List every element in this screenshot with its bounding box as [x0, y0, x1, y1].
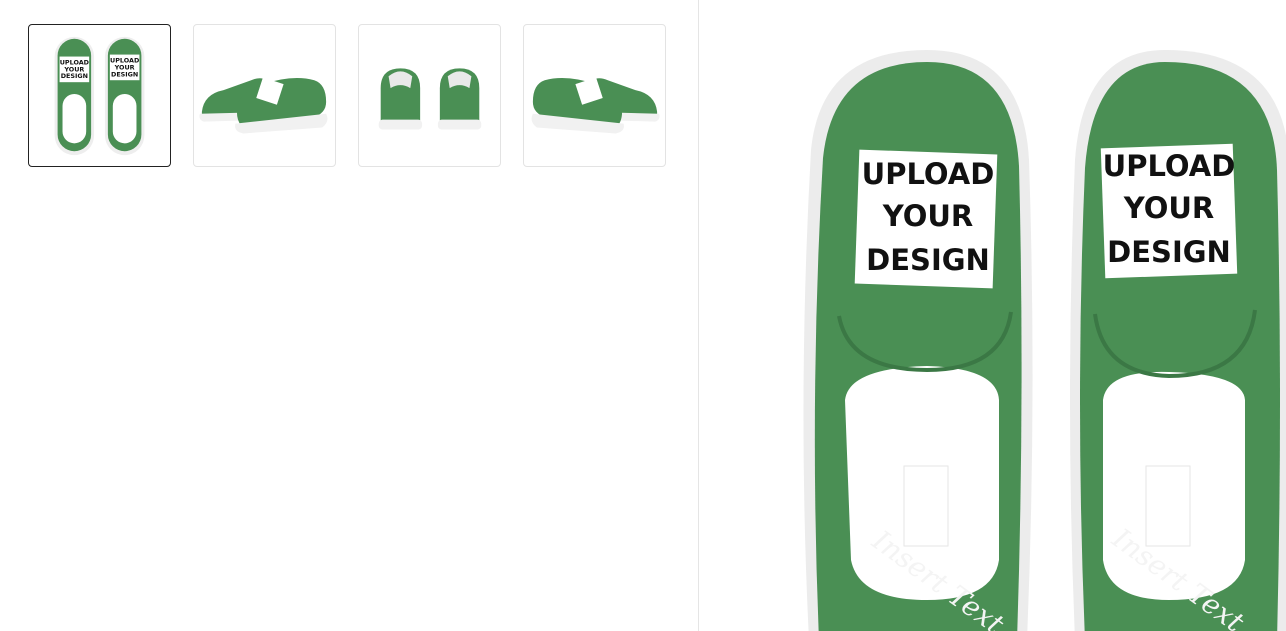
thumb-shoe-side-right	[531, 77, 660, 134]
thumb-shoe-right: UPLOAD YOUR DESIGN	[104, 36, 145, 156]
thumb-shoe-back	[378, 68, 482, 130]
thumbnail-top-view[interactable]: UPLOAD YOUR DESIGN UPLOAD YOUR DESIGN	[28, 24, 171, 167]
main-shoe-left: UPLOAD YOUR DESIGN Insert Text	[803, 50, 1033, 631]
main-print-label: DESIGN	[1107, 235, 1231, 269]
main-shoe-right: UPLOAD YOUR DESIGN Insert Text	[1070, 50, 1286, 631]
main-print-label: YOUR	[882, 199, 974, 233]
thumbnail-gallery: UPLOAD YOUR DESIGN UPLOAD YOUR DESIGN	[0, 0, 698, 631]
main-product-image: UPLOAD YOUR DESIGN Insert Text UPLOAD YO…	[699, 0, 1286, 631]
thumbnail-side-view[interactable]	[193, 24, 336, 167]
thumb-print-label: DESIGN	[61, 72, 88, 80]
thumb-shoe-left: UPLOAD YOUR DESIGN	[54, 36, 95, 156]
thumb-print-label: DESIGN	[111, 70, 138, 78]
thumbnail-side-view-right[interactable]	[523, 24, 666, 167]
main-print-label: UPLOAD	[862, 157, 995, 191]
thumbnail-back-view[interactable]	[358, 24, 501, 167]
thumb-shoe-side	[199, 77, 328, 134]
main-print-label: UPLOAD	[1103, 149, 1236, 183]
main-print-label: YOUR	[1123, 191, 1215, 225]
main-print-label: DESIGN	[866, 243, 990, 277]
